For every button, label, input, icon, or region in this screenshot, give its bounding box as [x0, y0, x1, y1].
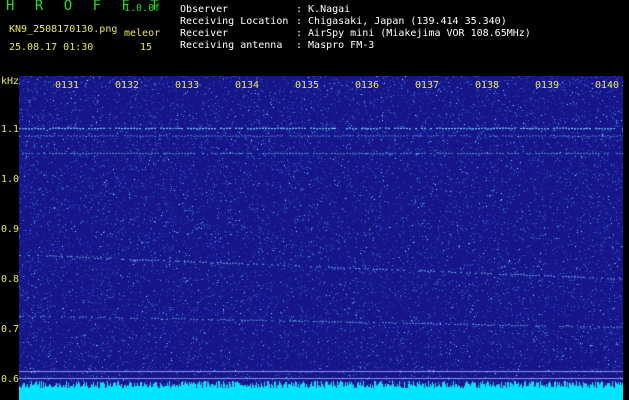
mode-value: 15 [140, 42, 153, 53]
spectrogram-panel [19, 76, 623, 400]
x-tick-0138: 0138 [475, 80, 500, 91]
antenna-value: : Maspro FM-3 [296, 40, 375, 51]
x-tick-0135: 0135 [295, 80, 320, 91]
receiver-label: Receiver [180, 28, 229, 39]
x-tick-0134: 0134 [235, 80, 260, 91]
y-tick-0.8: 0.8 [1, 274, 20, 285]
timestamp: 25.08.17 01:30 [9, 42, 94, 53]
y-axis-unit: kHz [1, 76, 20, 87]
x-tick-0139: 0139 [535, 80, 560, 91]
location-value: : Chigasaki, Japan (139.414 35.340) [296, 16, 507, 27]
x-tick-0140: 0140 [595, 80, 620, 91]
y-tick-1.0: 1.0 [1, 174, 20, 185]
observer-label: Observer [180, 4, 229, 15]
x-tick-0133: 0133 [175, 80, 200, 91]
y-tick-0.6: 0.6 [1, 374, 20, 385]
x-tick-0137: 0137 [415, 80, 440, 91]
mode-label: meleor [124, 28, 161, 39]
observer-value: : K.Nagai [296, 4, 351, 15]
x-tick-0136: 0136 [355, 80, 380, 91]
location-label: Receiving Location [180, 16, 289, 27]
x-tick-0132: 0132 [115, 80, 140, 91]
y-tick-0.7: 0.7 [1, 324, 20, 335]
header-panel: H R O F F T 1.0.0f KN9_2508170130.png 25… [0, 0, 629, 74]
spectrogram-canvas [19, 76, 623, 400]
antenna-label: Receiving antenna [180, 40, 283, 51]
y-tick-1.1: 1.1 [1, 124, 20, 135]
x-tick-0131: 0131 [55, 80, 80, 91]
file-name: KN9_2508170130.png [9, 24, 118, 35]
receiver-value: : AirSpy mini (Miakejima VOR 108.65MHz) [296, 28, 531, 39]
y-tick-0.9: 0.9 [1, 224, 20, 235]
app-version: 1.0.0f [124, 3, 161, 14]
